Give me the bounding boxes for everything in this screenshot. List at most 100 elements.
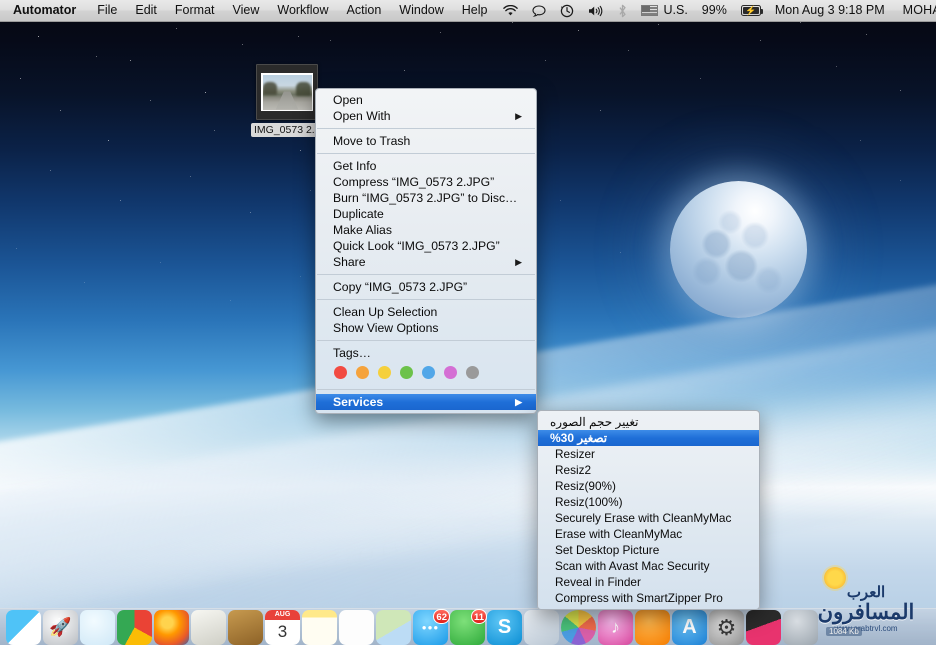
keynote-icon[interactable] — [746, 610, 781, 645]
star — [700, 78, 701, 79]
services-submenu-item[interactable]: تغيير حجم الصوره — [538, 414, 759, 430]
context-menu: Open Open With ▶ Move to Trash Get Info Compr… — [315, 88, 537, 414]
services-submenu-item[interactable]: Set Desktop Picture — [538, 542, 759, 558]
context-menu-item[interactable]: Share ▶ — [316, 254, 536, 270]
speech-bubble-icon[interactable] — [525, 4, 553, 17]
context-menu-item[interactable]: Make Alias — [316, 222, 536, 238]
notes-icon[interactable] — [302, 610, 337, 645]
launchpad-icon[interactable]: 🚀 — [43, 610, 78, 645]
preview-icon[interactable] — [524, 610, 559, 645]
menu-item-label: تغيير حجم الصوره — [550, 415, 639, 429]
services-submenu-item[interactable]: Resiz(90%) — [538, 478, 759, 494]
time-machine-icon[interactable] — [553, 4, 581, 18]
desktop-file-icon[interactable]: IMG_0573 2.JP — [251, 64, 323, 142]
mail-icon[interactable] — [191, 610, 226, 645]
photos-icon[interactable] — [561, 610, 596, 645]
services-submenu-item[interactable]: Securely Erase with CleanMyMac — [538, 510, 759, 526]
menu-file[interactable]: File — [88, 0, 126, 21]
battery-percent-label[interactable]: 99% — [695, 0, 734, 21]
menu-format[interactable]: Format — [166, 0, 224, 21]
tag-color-swatch[interactable] — [378, 366, 391, 379]
volume-icon[interactable] — [581, 5, 611, 17]
context-menu-item[interactable]: Open With ▶ — [316, 108, 536, 124]
context-menu-item[interactable]: Get Info — [316, 158, 536, 174]
safari-icon[interactable] — [80, 610, 115, 645]
menu-item-label: Compress with SmartZipper Pro — [555, 591, 723, 605]
menu-item-label: Resiz(90%) — [555, 479, 616, 493]
star — [760, 40, 762, 42]
app-store-icon[interactable]: A — [672, 610, 707, 645]
calendar-day-label: 3 — [277, 622, 288, 641]
context-menu-item[interactable]: Show View Options — [316, 320, 536, 336]
finder-icon[interactable] — [6, 610, 41, 645]
menu-apple-app-name[interactable]: Automator — [0, 0, 88, 21]
menu-help[interactable]: Help — [453, 0, 497, 21]
star — [84, 282, 85, 283]
menu-item-label: Securely Erase with CleanMyMac — [555, 511, 732, 525]
ibooks-icon[interactable] — [635, 610, 670, 645]
context-menu-item[interactable]: Tags… — [316, 345, 536, 361]
wifi-icon[interactable] — [496, 4, 525, 17]
menu-item-label: Share — [333, 255, 366, 269]
context-menu-item[interactable]: Copy “IMG_0573 2.JPG” — [316, 279, 536, 295]
contacts-icon[interactable] — [228, 610, 263, 645]
services-submenu-item[interactable]: Scan with Avast Mac Security — [538, 558, 759, 574]
star — [545, 60, 546, 61]
services-submenu-item[interactable]: Compress with SmartZipper Pro — [538, 590, 759, 606]
chevron-right-icon: ▶ — [515, 110, 522, 121]
context-menu-item[interactable]: Duplicate — [316, 206, 536, 222]
star — [658, 24, 660, 26]
itunes-icon[interactable]: ♪ — [598, 610, 633, 645]
context-menu-item[interactable]: Burn “IMG_0573 2.JPG” to Disc… — [316, 190, 536, 206]
menu-window[interactable]: Window — [390, 0, 452, 21]
chrome-icon[interactable] — [117, 610, 152, 645]
context-menu-item[interactable]: Clean Up Selection — [316, 304, 536, 320]
calendar-icon[interactable]: AUG 3 — [265, 610, 300, 645]
watermark-size-label: 1084 Kb — [826, 627, 862, 636]
menu-workflow[interactable]: Workflow — [268, 0, 337, 21]
reminders-icon[interactable] — [339, 610, 374, 645]
menu-view[interactable]: View — [224, 0, 269, 21]
tag-color-swatch[interactable] — [444, 366, 457, 379]
services-submenu-item[interactable]: Resiz2 — [538, 462, 759, 478]
dock-icon-glyph: S — [497, 616, 512, 638]
messages-icon[interactable]: ●●● 62 — [413, 609, 450, 645]
maps-icon[interactable] — [376, 610, 411, 645]
menu-action[interactable]: Action — [338, 0, 391, 21]
services-submenu-item[interactable]: تصغير 30% — [538, 430, 759, 446]
menu-edit[interactable]: Edit — [126, 0, 166, 21]
tag-color-swatch[interactable] — [334, 366, 347, 379]
context-menu-item-services[interactable]: Services ▶ — [316, 394, 536, 410]
star — [866, 34, 868, 36]
context-menu-item[interactable]: Open — [316, 92, 536, 108]
bluetooth-icon[interactable] — [611, 4, 634, 18]
watermark-line1: العرب — [846, 584, 886, 601]
dock-icon-glyph: A — [682, 616, 697, 638]
menu-item-label: Burn “IMG_0573 2.JPG” to Disc… — [333, 191, 518, 205]
firefox-icon[interactable] — [154, 610, 189, 645]
context-menu-item[interactable]: Quick Look “IMG_0573 2.JPG” — [316, 238, 536, 254]
star — [205, 92, 207, 94]
services-submenu-item[interactable]: Resizer — [538, 446, 759, 462]
battery-charging-icon[interactable]: ⚡ — [734, 5, 768, 16]
tag-color-swatch[interactable] — [466, 366, 479, 379]
input-source[interactable]: U.S. — [634, 0, 694, 21]
services-submenu-item[interactable]: Reveal in Finder — [538, 574, 759, 590]
tag-color-swatch[interactable] — [356, 366, 369, 379]
context-menu-item[interactable]: Compress “IMG_0573 2.JPG” — [316, 174, 536, 190]
system-preferences-icon[interactable]: ⚙ — [709, 610, 744, 645]
tag-color-swatch[interactable] — [400, 366, 413, 379]
star — [578, 30, 580, 32]
facetime-icon[interactable]: 11 — [450, 609, 487, 645]
services-submenu-item[interactable]: Resiz(100%) — [538, 494, 759, 510]
menu-item-label: Get Info — [333, 159, 377, 173]
input-source-label: U.S. — [663, 3, 688, 17]
services-submenu-item[interactable]: Erase with CleanMyMac — [538, 526, 759, 542]
tag-color-swatch[interactable] — [422, 366, 435, 379]
star — [836, 66, 837, 67]
clock-datetime[interactable]: Mon Aug 3 9:18 PM — [768, 0, 892, 21]
context-menu-item[interactable]: Move to Trash — [316, 133, 536, 149]
user-name-menu[interactable]: MOHANAD AL AS — [892, 0, 936, 21]
skype-icon[interactable]: S — [487, 610, 522, 645]
star — [310, 190, 311, 191]
